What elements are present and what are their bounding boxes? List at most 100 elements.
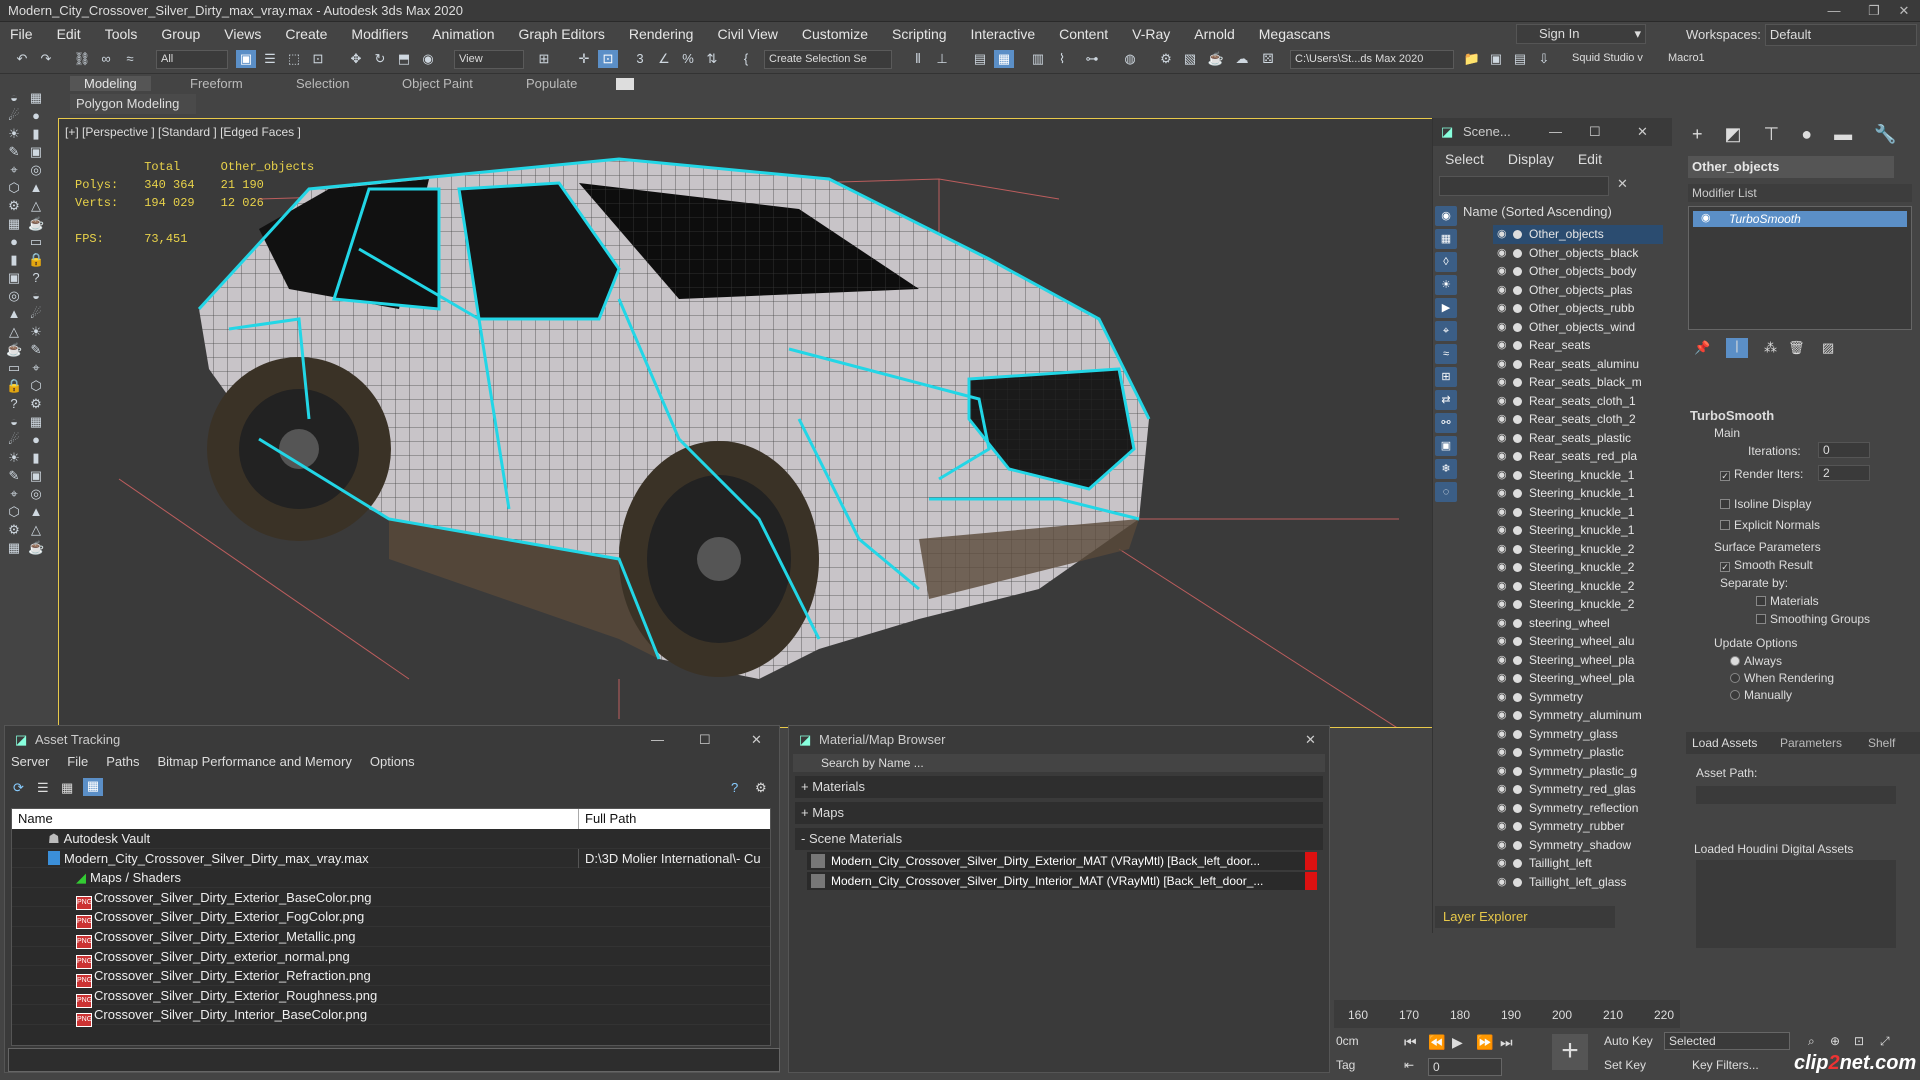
scene-list-item[interactable]: ◉ Rear_seats_plastic (1493, 429, 1663, 448)
containers-filter-icon[interactable]: ▣ (1435, 436, 1457, 456)
close-icon[interactable]: ✕ (1884, 0, 1920, 22)
render-production-icon[interactable]: ☕ (1206, 50, 1226, 68)
scene-list-item[interactable]: ◉ Steering_wheel_pla (1493, 669, 1663, 688)
scene-list-item[interactable]: ◉ Other_objects_plas (1493, 281, 1663, 300)
edit-named-selection-icon[interactable]: { (736, 50, 756, 68)
grid-icon[interactable]: ▦ (28, 90, 44, 106)
menu-edit[interactable]: Edit (1566, 151, 1614, 167)
scene-list-item[interactable]: ◉ Other_objects_rubb (1493, 299, 1663, 318)
mirror-icon[interactable]: ⫴ (908, 50, 928, 68)
rendered-frame-window-icon[interactable]: ▧ (1180, 50, 1200, 68)
key-filters-button[interactable]: Key Filters... (1692, 1058, 1759, 1072)
scene-list-item[interactable]: ◉ Rear_seats (1493, 336, 1663, 355)
maximize-viewport-icon[interactable]: ⤢ (1880, 1034, 1890, 1049)
bind-space-warp-icon[interactable]: ≈ (120, 50, 140, 68)
object-name-field[interactable]: Other_objects (1688, 156, 1894, 178)
configure-sets-icon[interactable]: ▨ (1822, 340, 1834, 356)
stack-item-turbosmooth[interactable]: TurboSmooth (1693, 211, 1907, 227)
eye-icon[interactable]: ◉ (1497, 558, 1507, 577)
menu-file[interactable]: File (67, 754, 88, 774)
plane-icon[interactable]: ▭ (6, 360, 22, 376)
eye-icon[interactable]: ◉ (1497, 521, 1507, 540)
scene-list-item[interactable]: ◉ Symmetry (1493, 688, 1663, 707)
ribbon-toggle-icon[interactable]: ▥ (1028, 50, 1048, 68)
pin-stack-icon[interactable]: 📌 (1694, 340, 1710, 356)
select-manipulate-icon[interactable]: ✛ (574, 50, 594, 68)
zoom-icon[interactable]: ⌕ (1808, 1034, 1815, 1049)
eye-icon[interactable]: ◉ (1497, 540, 1507, 559)
eye-icon[interactable]: ◉ (1497, 225, 1507, 244)
schematic-view-icon[interactable]: ⊶ (1082, 50, 1102, 68)
minimize-icon[interactable]: — (1814, 0, 1854, 22)
redo-icon[interactable]: ↷ (36, 50, 56, 68)
table-row[interactable]: Modern_City_Crossover_Silver_Dirty_max_v… (12, 848, 770, 869)
scene-list-item[interactable]: ◉ Steering_wheel_alu (1493, 632, 1663, 651)
sphere-icon[interactable]: ● (28, 432, 44, 448)
pivot-center-icon[interactable]: ⊞ (534, 50, 554, 68)
eye-icon[interactable]: ◉ (1497, 688, 1507, 707)
menu-v-ray[interactable]: V-Ray (1122, 26, 1184, 42)
zoom-extents-icon[interactable]: ⊡ (1854, 1034, 1864, 1048)
col-path-header[interactable]: Full Path (578, 809, 636, 829)
geometry-filter-icon[interactable]: ▦ (1435, 229, 1457, 249)
current-frame-field[interactable]: 0 (1428, 1058, 1502, 1076)
maxscript-listener-input[interactable] (8, 1048, 780, 1072)
menu-arnold[interactable]: Arnold (1184, 26, 1248, 42)
light-icon[interactable]: ☀ (28, 324, 44, 340)
grid-icon[interactable]: ▦ (6, 216, 22, 232)
spacewarp-icon[interactable]: ⬡ (6, 504, 22, 520)
camera-icon[interactable]: ✎ (28, 342, 44, 358)
eye-icon[interactable]: ◉ (1497, 577, 1507, 596)
iterations-spinner[interactable]: 0 (1818, 442, 1870, 458)
box-icon[interactable]: ▣ (28, 468, 44, 484)
thumbnail-view-icon[interactable]: ▦ (61, 780, 73, 796)
menu-animation[interactable]: Animation (422, 26, 508, 42)
menu-group[interactable]: Group (151, 26, 214, 42)
menu-rendering[interactable]: Rendering (619, 26, 708, 42)
toggle-scene-explorer-icon[interactable]: ▤ (970, 50, 990, 68)
tab-shelf[interactable]: Shelf (1868, 736, 1895, 750)
scene-list-item[interactable]: ◉ Symmetry_aluminum (1493, 706, 1663, 725)
isoline-display-checkbox[interactable]: Isoline Display (1720, 497, 1811, 511)
camera-icon[interactable]: ✎ (6, 468, 22, 484)
teapot-icon[interactable]: ☕ (28, 540, 44, 556)
render-iterative-icon[interactable]: ⚄ (1258, 50, 1278, 68)
tab-freeform[interactable]: Freeform (190, 76, 243, 91)
always-radio[interactable]: Always (1730, 654, 1782, 668)
eye-icon[interactable]: ◉ (1497, 466, 1507, 485)
scene-list-item[interactable]: ◉ Steering_wheel_pla (1493, 651, 1663, 670)
torus-icon[interactable]: ◎ (28, 486, 44, 502)
eye-icon[interactable]: ◉ (1497, 503, 1507, 522)
table-row[interactable]: PNG Crossover_Silver_Dirty_Exterior_FogCo… (12, 907, 770, 930)
bones-filter-icon[interactable]: ⚯ (1435, 413, 1457, 433)
link-icon[interactable]: ⛓ (72, 50, 92, 68)
modifier-list-dropdown[interactable]: Modifier List (1688, 184, 1912, 202)
display-all-icon[interactable]: ◉ (1435, 206, 1457, 226)
set-key-plus-icon[interactable]: + (1552, 1034, 1588, 1070)
scene-list-item[interactable]: ◉ Steering_knuckle_1 (1493, 521, 1663, 540)
scene-list-item[interactable]: ◉ Symmetry_reflection (1493, 799, 1663, 818)
plane-icon[interactable]: ▭ (28, 234, 44, 250)
restore-icon[interactable]: ☐ (699, 726, 711, 754)
explicit-normals-checkbox[interactable]: Explicit Normals (1720, 518, 1820, 532)
close-icon[interactable]: ✕ (1305, 726, 1316, 754)
system-icon[interactable]: ⚙ (6, 522, 22, 538)
menu-tools[interactable]: Tools (95, 26, 152, 42)
rotate-icon[interactable]: ↻ (370, 50, 390, 68)
goto-start-icon[interactable]: ⏮ (1404, 1034, 1417, 1051)
table-view-icon[interactable]: ▦ (83, 778, 103, 796)
auto-key-button[interactable]: Auto Key (1604, 1034, 1653, 1048)
toggle-layer-explorer-icon[interactable]: ▦ (994, 50, 1014, 68)
project-path-dropdown[interactable]: C:\Users\St...ds Max 2020 (1290, 50, 1454, 69)
scene-list-item[interactable]: ◉ Other_objects_black (1493, 244, 1663, 263)
menu-scripting[interactable]: Scripting (882, 26, 960, 42)
align-icon[interactable]: ⊥ (932, 50, 952, 68)
table-row[interactable]: PNG Crossover_Silver_Dirty_Exterior_BaseC… (12, 888, 770, 910)
scene-list-item[interactable]: ◉ Taillight_left_glass (1493, 873, 1663, 892)
menu-views[interactable]: Views (214, 26, 275, 42)
motion-tab-icon[interactable]: ● (1801, 124, 1812, 145)
create-object-icon[interactable]: ◒ (6, 414, 22, 430)
smoothing-groups-checkbox[interactable]: Smoothing Groups (1756, 612, 1870, 626)
scene-list-item[interactable]: ◉ Steering_knuckle_1 (1493, 503, 1663, 522)
menu-bitmap[interactable]: Bitmap Performance and Memory (158, 754, 352, 774)
